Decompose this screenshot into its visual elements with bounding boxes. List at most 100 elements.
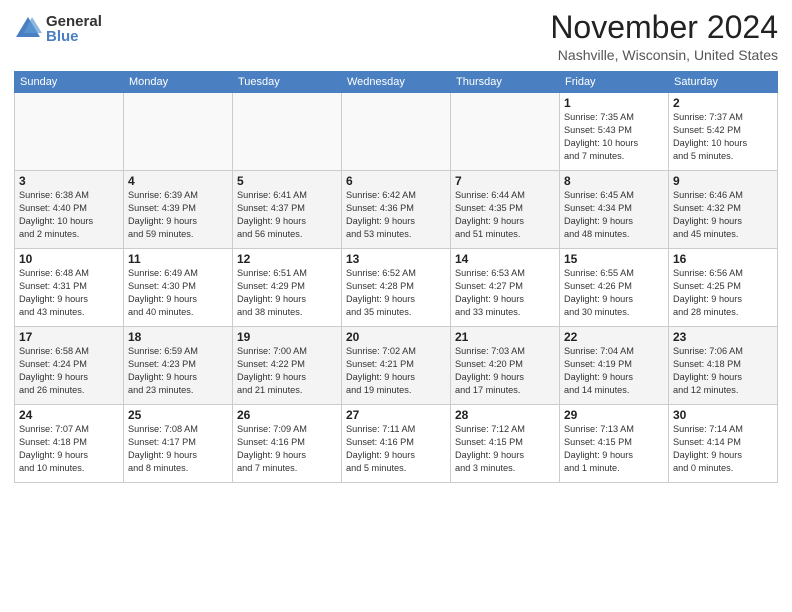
col-header-monday: Monday <box>124 72 233 93</box>
logo-icon <box>14 15 42 43</box>
header: General Blue November 2024 Nashville, Wi… <box>14 10 778 63</box>
calendar-cell: 23Sunrise: 7:06 AMSunset: 4:18 PMDayligh… <box>669 327 778 405</box>
week-row-0: 1Sunrise: 7:35 AMSunset: 5:43 PMDaylight… <box>15 93 778 171</box>
day-number: 6 <box>346 174 446 188</box>
col-header-friday: Friday <box>560 72 669 93</box>
day-number: 15 <box>564 252 664 266</box>
day-info: Sunrise: 6:45 AMSunset: 4:34 PMDaylight:… <box>564 189 664 241</box>
location: Nashville, Wisconsin, United States <box>550 47 778 63</box>
calendar-cell: 24Sunrise: 7:07 AMSunset: 4:18 PMDayligh… <box>15 405 124 483</box>
day-number: 4 <box>128 174 228 188</box>
day-info: Sunrise: 6:56 AMSunset: 4:25 PMDaylight:… <box>673 267 773 319</box>
day-number: 25 <box>128 408 228 422</box>
day-number: 18 <box>128 330 228 344</box>
calendar-cell: 22Sunrise: 7:04 AMSunset: 4:19 PMDayligh… <box>560 327 669 405</box>
day-number: 27 <box>346 408 446 422</box>
calendar-cell: 25Sunrise: 7:08 AMSunset: 4:17 PMDayligh… <box>124 405 233 483</box>
day-info: Sunrise: 6:55 AMSunset: 4:26 PMDaylight:… <box>564 267 664 319</box>
day-number: 26 <box>237 408 337 422</box>
day-info: Sunrise: 6:46 AMSunset: 4:32 PMDaylight:… <box>673 189 773 241</box>
day-info: Sunrise: 7:04 AMSunset: 4:19 PMDaylight:… <box>564 345 664 397</box>
day-info: Sunrise: 7:13 AMSunset: 4:15 PMDaylight:… <box>564 423 664 475</box>
day-number: 23 <box>673 330 773 344</box>
week-row-4: 24Sunrise: 7:07 AMSunset: 4:18 PMDayligh… <box>15 405 778 483</box>
day-number: 14 <box>455 252 555 266</box>
day-number: 19 <box>237 330 337 344</box>
day-number: 29 <box>564 408 664 422</box>
calendar-cell <box>342 93 451 171</box>
day-info: Sunrise: 7:35 AMSunset: 5:43 PMDaylight:… <box>564 111 664 163</box>
calendar-cell: 29Sunrise: 7:13 AMSunset: 4:15 PMDayligh… <box>560 405 669 483</box>
calendar-cell: 16Sunrise: 6:56 AMSunset: 4:25 PMDayligh… <box>669 249 778 327</box>
calendar-cell: 3Sunrise: 6:38 AMSunset: 4:40 PMDaylight… <box>15 171 124 249</box>
day-info: Sunrise: 6:49 AMSunset: 4:30 PMDaylight:… <box>128 267 228 319</box>
col-header-saturday: Saturday <box>669 72 778 93</box>
day-number: 8 <box>564 174 664 188</box>
col-header-wednesday: Wednesday <box>342 72 451 93</box>
day-info: Sunrise: 6:58 AMSunset: 4:24 PMDaylight:… <box>19 345 119 397</box>
calendar-header-row: SundayMondayTuesdayWednesdayThursdayFrid… <box>15 72 778 93</box>
col-header-tuesday: Tuesday <box>233 72 342 93</box>
calendar-cell <box>124 93 233 171</box>
day-info: Sunrise: 6:39 AMSunset: 4:39 PMDaylight:… <box>128 189 228 241</box>
calendar-cell: 18Sunrise: 6:59 AMSunset: 4:23 PMDayligh… <box>124 327 233 405</box>
calendar-cell <box>15 93 124 171</box>
day-info: Sunrise: 7:02 AMSunset: 4:21 PMDaylight:… <box>346 345 446 397</box>
day-number: 16 <box>673 252 773 266</box>
calendar-cell: 4Sunrise: 6:39 AMSunset: 4:39 PMDaylight… <box>124 171 233 249</box>
calendar-cell: 6Sunrise: 6:42 AMSunset: 4:36 PMDaylight… <box>342 171 451 249</box>
day-info: Sunrise: 7:14 AMSunset: 4:14 PMDaylight:… <box>673 423 773 475</box>
day-number: 11 <box>128 252 228 266</box>
month-title: November 2024 <box>550 10 778 45</box>
day-number: 24 <box>19 408 119 422</box>
calendar-cell <box>233 93 342 171</box>
day-info: Sunrise: 6:41 AMSunset: 4:37 PMDaylight:… <box>237 189 337 241</box>
calendar-cell: 26Sunrise: 7:09 AMSunset: 4:16 PMDayligh… <box>233 405 342 483</box>
week-row-1: 3Sunrise: 6:38 AMSunset: 4:40 PMDaylight… <box>15 171 778 249</box>
day-info: Sunrise: 6:53 AMSunset: 4:27 PMDaylight:… <box>455 267 555 319</box>
day-info: Sunrise: 6:38 AMSunset: 4:40 PMDaylight:… <box>19 189 119 241</box>
day-info: Sunrise: 7:06 AMSunset: 4:18 PMDaylight:… <box>673 345 773 397</box>
day-number: 2 <box>673 96 773 110</box>
week-row-3: 17Sunrise: 6:58 AMSunset: 4:24 PMDayligh… <box>15 327 778 405</box>
day-number: 12 <box>237 252 337 266</box>
col-header-thursday: Thursday <box>451 72 560 93</box>
calendar-cell: 9Sunrise: 6:46 AMSunset: 4:32 PMDaylight… <box>669 171 778 249</box>
day-info: Sunrise: 7:07 AMSunset: 4:18 PMDaylight:… <box>19 423 119 475</box>
day-info: Sunrise: 6:42 AMSunset: 4:36 PMDaylight:… <box>346 189 446 241</box>
calendar-cell: 21Sunrise: 7:03 AMSunset: 4:20 PMDayligh… <box>451 327 560 405</box>
day-number: 20 <box>346 330 446 344</box>
day-info: Sunrise: 6:59 AMSunset: 4:23 PMDaylight:… <box>128 345 228 397</box>
day-info: Sunrise: 6:51 AMSunset: 4:29 PMDaylight:… <box>237 267 337 319</box>
day-info: Sunrise: 6:48 AMSunset: 4:31 PMDaylight:… <box>19 267 119 319</box>
calendar-cell: 30Sunrise: 7:14 AMSunset: 4:14 PMDayligh… <box>669 405 778 483</box>
calendar-cell: 15Sunrise: 6:55 AMSunset: 4:26 PMDayligh… <box>560 249 669 327</box>
day-number: 28 <box>455 408 555 422</box>
day-number: 1 <box>564 96 664 110</box>
day-number: 13 <box>346 252 446 266</box>
calendar-cell: 13Sunrise: 6:52 AMSunset: 4:28 PMDayligh… <box>342 249 451 327</box>
calendar-cell <box>451 93 560 171</box>
col-header-sunday: Sunday <box>15 72 124 93</box>
day-number: 10 <box>19 252 119 266</box>
day-info: Sunrise: 7:00 AMSunset: 4:22 PMDaylight:… <box>237 345 337 397</box>
calendar-cell: 27Sunrise: 7:11 AMSunset: 4:16 PMDayligh… <box>342 405 451 483</box>
day-number: 22 <box>564 330 664 344</box>
day-number: 21 <box>455 330 555 344</box>
day-number: 30 <box>673 408 773 422</box>
page: General Blue November 2024 Nashville, Wi… <box>0 0 792 612</box>
day-number: 3 <box>19 174 119 188</box>
calendar-cell: 8Sunrise: 6:45 AMSunset: 4:34 PMDaylight… <box>560 171 669 249</box>
calendar-cell: 2Sunrise: 7:37 AMSunset: 5:42 PMDaylight… <box>669 93 778 171</box>
logo-blue-text: Blue <box>46 29 102 44</box>
day-info: Sunrise: 7:03 AMSunset: 4:20 PMDaylight:… <box>455 345 555 397</box>
logo-general-text: General <box>46 14 102 29</box>
day-number: 7 <box>455 174 555 188</box>
calendar-cell: 11Sunrise: 6:49 AMSunset: 4:30 PMDayligh… <box>124 249 233 327</box>
day-number: 5 <box>237 174 337 188</box>
calendar-cell: 20Sunrise: 7:02 AMSunset: 4:21 PMDayligh… <box>342 327 451 405</box>
title-block: November 2024 Nashville, Wisconsin, Unit… <box>550 10 778 63</box>
day-info: Sunrise: 7:11 AMSunset: 4:16 PMDaylight:… <box>346 423 446 475</box>
calendar-cell: 10Sunrise: 6:48 AMSunset: 4:31 PMDayligh… <box>15 249 124 327</box>
calendar-cell: 1Sunrise: 7:35 AMSunset: 5:43 PMDaylight… <box>560 93 669 171</box>
